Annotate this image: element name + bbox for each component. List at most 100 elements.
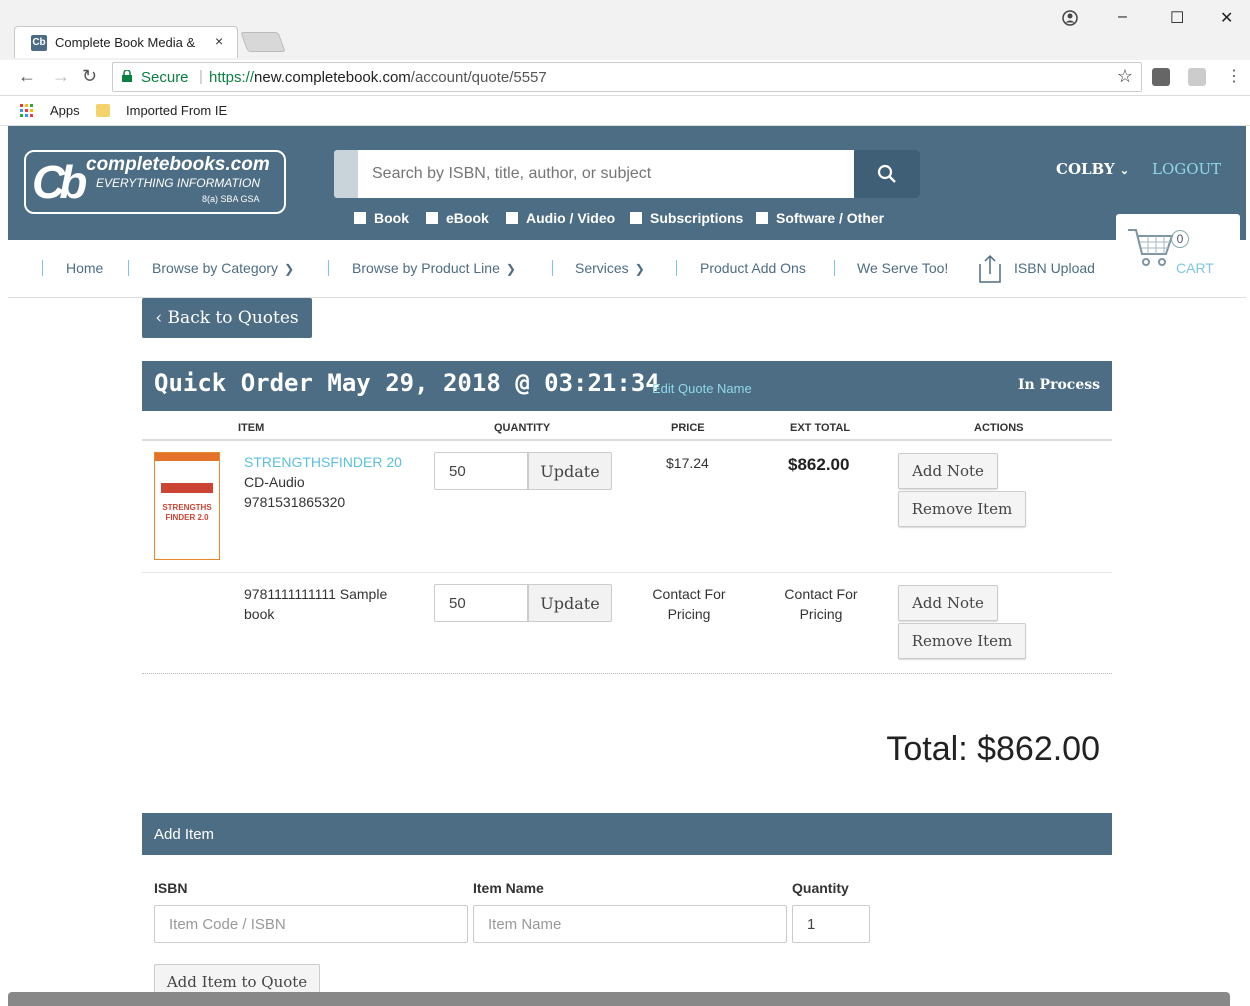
new-tab-button[interactable]: [240, 32, 286, 52]
close-window-icon[interactable]: ✕: [1220, 8, 1233, 28]
extension-icon[interactable]: [1152, 68, 1170, 86]
logo-tagline: EVERYTHING INFORMATION: [96, 176, 261, 190]
quote-status: In Process: [1017, 377, 1100, 393]
nav-divider: [42, 260, 43, 276]
cart-widget[interactable]: 0 CART: [1116, 214, 1240, 280]
search-bar: [334, 150, 920, 198]
add-item-header: Add Item: [142, 813, 1112, 855]
back-to-quotes-button[interactable]: ‹ Back to Quotes: [142, 298, 312, 338]
col-actions: ACTIONS: [974, 422, 1024, 434]
nav-services[interactable]: Services ❯: [575, 260, 645, 276]
secure-label: Secure: [141, 69, 189, 86]
item-ext-total: $862.00: [788, 455, 850, 474]
thumb-band: [155, 453, 219, 461]
filter-ebook[interactable]: eBook: [426, 210, 489, 226]
profile-icon[interactable]: [1062, 10, 1078, 26]
item-isbn: 9781531865320: [244, 494, 346, 510]
logo-mono: Cb: [32, 156, 87, 208]
quantity-input[interactable]: [434, 584, 528, 622]
checkbox-icon[interactable]: [354, 212, 366, 224]
url-text[interactable]: https://new.completebook.com/account/quo…: [209, 69, 547, 86]
nav-we-serve-too[interactable]: We Serve Too!: [857, 260, 948, 276]
search-icon: [877, 164, 896, 183]
item-title: 9781111111111 Sample book: [244, 586, 388, 622]
row-divider: [142, 572, 1112, 573]
chrome-menu-icon[interactable]: ⋮: [1226, 66, 1242, 86]
browser-tab[interactable]: Cb Complete Book Media & ×: [14, 26, 238, 58]
filter-subscriptions[interactable]: Subscriptions: [630, 210, 743, 226]
maximize-icon[interactable]: ☐: [1170, 8, 1184, 28]
checkbox-icon[interactable]: [506, 212, 518, 224]
chevron-down-icon: ❯: [284, 262, 295, 276]
logo-brand: completebooks.com: [86, 154, 270, 175]
folder-icon: [96, 104, 110, 117]
item-ext-total: Contact For Pricing: [784, 586, 858, 622]
nav-home[interactable]: Home: [66, 260, 103, 276]
nav-isbn-upload[interactable]: ISBN Upload: [1014, 260, 1095, 276]
isbn-label: ISBN: [154, 880, 188, 896]
pdf-extension-icon[interactable]: [1188, 68, 1206, 86]
bookmark-apps[interactable]: Apps: [50, 103, 80, 118]
item-title-link[interactable]: STRENGTHSFINDER 20: [244, 454, 402, 470]
chevron-down-icon: ❯: [634, 262, 645, 276]
nav-product-add-ons[interactable]: Product Add Ons: [700, 260, 806, 276]
logout-link[interactable]: LOGOUT: [1152, 160, 1221, 178]
back-arrow-icon[interactable]: ←: [18, 66, 36, 87]
col-ext-total: EXT TOTAL: [790, 422, 851, 434]
filter-audio-video[interactable]: Audio / Video: [506, 210, 615, 226]
quantity-field[interactable]: [792, 905, 870, 943]
checkbox-icon[interactable]: [630, 212, 642, 224]
col-quantity: QUANTITY: [494, 422, 551, 434]
item-name-label: Item Name: [473, 880, 544, 896]
item-format: CD-Audio: [244, 474, 305, 490]
bookmark-star-icon[interactable]: ☆: [1117, 66, 1133, 87]
favicon-icon: Cb: [31, 35, 47, 51]
update-button[interactable]: Update: [528, 452, 612, 490]
tab-close-icon[interactable]: ×: [215, 33, 223, 49]
chevron-down-icon: ⌄: [1119, 164, 1130, 177]
remove-item-button[interactable]: Remove Item: [898, 491, 1026, 527]
upload-icon: [979, 254, 1001, 283]
cart-label[interactable]: CART: [1176, 260, 1214, 276]
cart-icon: [1128, 229, 1174, 266]
quantity-input[interactable]: [434, 452, 528, 490]
item-price: Contact For Pricing: [652, 586, 726, 622]
bookmarks-bar: Apps Imported From IE: [0, 96, 1250, 126]
address-bar[interactable]: Secure | https://new.completebook.com/ac…: [112, 62, 1142, 92]
add-note-button[interactable]: Add Note: [898, 585, 998, 621]
tab-title: Complete Book Media &: [55, 35, 196, 50]
reload-icon[interactable]: ↻: [82, 66, 97, 87]
nav-browse-product-line[interactable]: Browse by Product Line ❯: [352, 260, 516, 276]
update-button[interactable]: Update: [528, 584, 612, 622]
thumb-title: STRENGTHS FINDER 2.0: [162, 503, 212, 522]
bookmark-imported[interactable]: Imported From IE: [126, 103, 227, 118]
table-header-divider: [142, 439, 1112, 441]
quantity-label: Quantity: [792, 880, 849, 896]
logo-sub: 8(a) SBA GSA: [202, 194, 260, 204]
col-price: PRICE: [671, 422, 705, 434]
add-note-button[interactable]: Add Note: [898, 453, 998, 489]
remove-item-button[interactable]: Remove Item: [898, 623, 1026, 659]
site-logo[interactable]: Cb completebooks.com EVERYTHING INFORMAT…: [24, 150, 286, 214]
quote-total: Total: $862.00: [886, 730, 1100, 768]
edit-quote-name-link[interactable]: Edit Quote Name: [652, 381, 752, 396]
item-price: $17.24: [666, 455, 709, 471]
filter-software[interactable]: Software / Other: [756, 210, 884, 226]
filter-book[interactable]: Book: [354, 210, 409, 226]
horizontal-scrollbar[interactable]: [8, 992, 1230, 1006]
search-button[interactable]: [854, 150, 920, 198]
minimize-icon[interactable]: –: [1118, 8, 1127, 26]
isbn-input[interactable]: [154, 905, 468, 943]
forward-arrow-icon[interactable]: →: [52, 66, 70, 87]
url-separator: |: [199, 68, 203, 85]
checkbox-icon[interactable]: [426, 212, 438, 224]
nav-divider: [676, 260, 677, 276]
col-item: ITEM: [238, 422, 265, 434]
item-name-input[interactable]: [473, 905, 787, 943]
product-thumbnail[interactable]: STRENGTHS FINDER 2.0: [154, 452, 220, 560]
checkbox-icon[interactable]: [756, 212, 768, 224]
search-input[interactable]: [358, 150, 854, 198]
table-bottom-divider: [142, 673, 1112, 674]
user-menu[interactable]: COLBY ⌄: [1056, 160, 1129, 178]
nav-browse-category[interactable]: Browse by Category ❯: [152, 260, 294, 276]
